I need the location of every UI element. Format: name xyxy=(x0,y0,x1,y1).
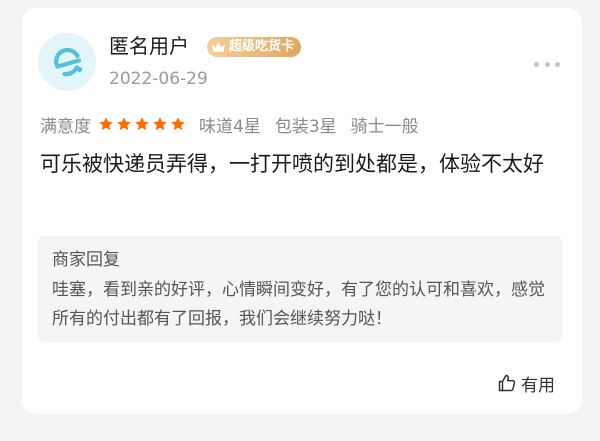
review-card: 匿名用户 超级吃货卡 2022-06-29 满意度 味道4星 包装3星 骑士一般… xyxy=(22,8,582,414)
merchant-reply: 商家回复 哇塞，看到亲的好评，心情瞬间变好，有了您的认可和喜欢，感觉所有的付出都… xyxy=(38,236,562,342)
star-icon xyxy=(117,117,131,131)
crown-icon xyxy=(212,42,225,52)
satisfaction-label: 满意度 xyxy=(40,116,91,137)
reply-title: 商家回复 xyxy=(52,250,120,270)
helpful-label: 有用 xyxy=(521,375,555,396)
star-icon xyxy=(153,117,167,131)
star-icon xyxy=(135,117,149,131)
reviewer-name: 匿名用户 xyxy=(109,34,189,58)
review-text: 可乐被快递员弄得，一打开喷的到处都是，体验不太好 xyxy=(40,152,544,176)
avatar[interactable] xyxy=(38,33,96,91)
more-dot xyxy=(544,61,550,67)
star-icon xyxy=(171,117,185,131)
badge-label: 超级吃货卡 xyxy=(229,39,295,54)
packaging-rating: 包装3星 xyxy=(274,116,337,137)
rider-rating: 骑士一般 xyxy=(350,116,419,137)
star-icon xyxy=(99,117,113,131)
more-dot xyxy=(534,61,539,67)
reply-text: 哇塞，看到亲的好评，心情瞬间变好，有了您的认可和喜欢，感觉所有的付出都有了回报，… xyxy=(52,280,545,329)
more-dot xyxy=(555,61,560,67)
member-badge: 超级吃货卡 xyxy=(207,37,302,57)
eleme-logo-icon xyxy=(54,47,83,77)
star-rating xyxy=(98,116,188,132)
more-dots-icon[interactable] xyxy=(534,60,560,68)
thumbs-up-icon xyxy=(498,374,516,392)
helpful-button[interactable]: 有用 xyxy=(498,370,555,396)
rating-row: 满意度 味道4星 包装3星 骑士一般 xyxy=(40,112,433,137)
taste-rating: 味道4星 xyxy=(199,116,261,137)
review-date: 2022-06-29 xyxy=(109,69,208,89)
